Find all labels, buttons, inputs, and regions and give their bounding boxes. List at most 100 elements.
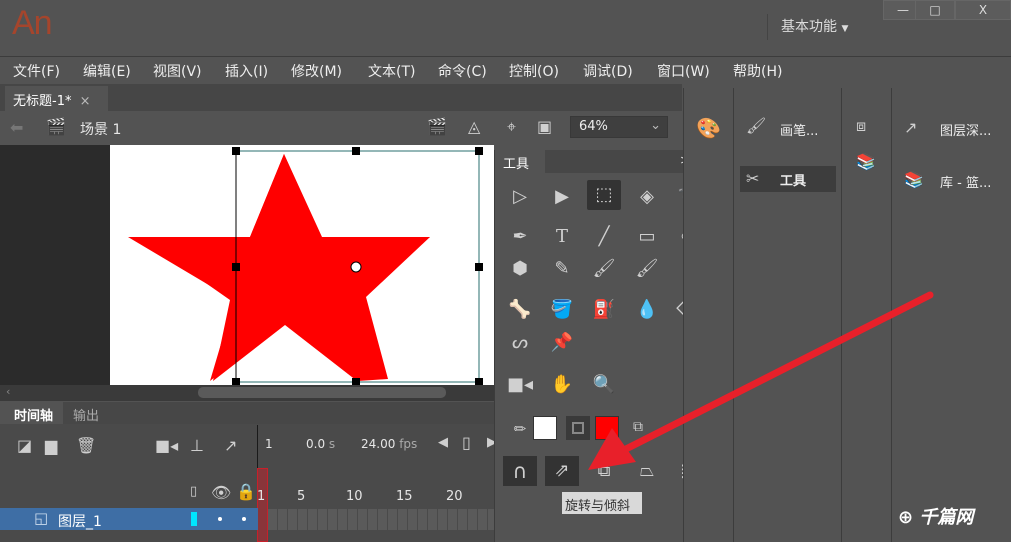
scale-button[interactable]: ⧉ bbox=[587, 456, 621, 486]
3d-rotation-tool[interactable]: ◈ bbox=[630, 182, 664, 212]
tooltip: 旋转与倾斜 bbox=[562, 492, 642, 514]
transform-point[interactable] bbox=[350, 261, 362, 273]
maximize-button[interactable]: □ bbox=[915, 0, 955, 20]
chevron-down-icon: ⌄ bbox=[650, 118, 661, 133]
fps-unit: fps bbox=[399, 437, 418, 451]
asset-warp-tool[interactable]: ᔕ bbox=[503, 328, 537, 358]
paint-bucket-tool[interactable]: 🪣 bbox=[545, 295, 579, 325]
edit-symbol-icon[interactable]: ◬ bbox=[468, 117, 480, 136]
layer-depth-icon[interactable]: ↗ bbox=[904, 118, 917, 137]
fps-value: 24.00 bbox=[361, 437, 396, 451]
pin-tool[interactable]: 📌 bbox=[545, 328, 579, 358]
center-stage-icon[interactable]: ⌖ bbox=[507, 117, 516, 137]
visibility-dot[interactable] bbox=[218, 517, 222, 521]
scroll-thumb[interactable] bbox=[198, 387, 446, 398]
camera-tool[interactable]: ■◂ bbox=[503, 370, 537, 400]
clip-content-icon[interactable]: ▣ bbox=[537, 117, 552, 136]
close-window-button[interactable]: X bbox=[955, 0, 1011, 20]
frame-track[interactable] bbox=[268, 509, 494, 530]
palette-icon[interactable]: 🎨 bbox=[696, 116, 721, 140]
new-folder-icon[interactable]: ▆ bbox=[45, 436, 57, 455]
playhead[interactable] bbox=[257, 468, 268, 542]
workspace-switcher[interactable]: 基本功能 ▼ bbox=[781, 16, 848, 36]
layer-depth-label[interactable]: 图层深... bbox=[940, 120, 991, 139]
menu-edit[interactable]: 编辑(E) bbox=[83, 61, 131, 81]
menu-file[interactable]: 文件(F) bbox=[13, 61, 60, 81]
zoom-tool[interactable]: 🔍 bbox=[587, 370, 621, 400]
prev-frame-icon[interactable]: ◀ bbox=[438, 435, 448, 450]
subselection-tool[interactable]: ▶ bbox=[545, 182, 579, 212]
stop-icon[interactable]: ▯ bbox=[462, 433, 471, 452]
parent-layer-icon[interactable]: ⊥ bbox=[190, 436, 204, 455]
library-icon[interactable]: 📚 bbox=[856, 152, 876, 171]
frame-rate[interactable]: 24.00 fps bbox=[361, 437, 417, 451]
swap-colors-icon[interactable]: ⧉ bbox=[621, 412, 655, 442]
menu-view[interactable]: 视图(V) bbox=[153, 61, 202, 81]
menu-debug[interactable]: 调试(D) bbox=[583, 61, 633, 81]
menu-window[interactable]: 窗口(W) bbox=[657, 61, 710, 81]
close-tab-icon[interactable]: × bbox=[80, 94, 91, 109]
workspace-label: 基本功能 bbox=[781, 19, 837, 35]
rectangle-tool[interactable]: ▭ bbox=[630, 222, 664, 252]
stroke-color-swatch[interactable] bbox=[533, 416, 557, 440]
bone-tool[interactable]: 🦴 bbox=[503, 295, 537, 325]
library-icon[interactable]: 📚 bbox=[904, 170, 924, 189]
fill-color-swatch[interactable] bbox=[595, 416, 619, 440]
snap-to-objects-button[interactable]: ∩ bbox=[503, 456, 537, 486]
camera-icon[interactable]: ■◂ bbox=[155, 436, 178, 455]
stage-content bbox=[128, 147, 483, 385]
line-tool[interactable]: ╱ bbox=[587, 222, 621, 252]
text-tool[interactable]: T bbox=[545, 222, 579, 252]
menu-help[interactable]: 帮助(H) bbox=[733, 61, 782, 81]
elapsed-time[interactable]: 0.0 s bbox=[306, 437, 335, 451]
layer-row[interactable]: ◱ 图层_1 bbox=[0, 508, 258, 530]
menu-control[interactable]: 控制(O) bbox=[509, 61, 559, 81]
pencil-tool[interactable]: ✎ bbox=[545, 254, 579, 284]
tab-timeline[interactable]: 时间轴 bbox=[4, 402, 64, 424]
tools-panel-tab[interactable]: ✂ 工具 bbox=[740, 166, 836, 192]
lock-dot[interactable] bbox=[242, 517, 246, 521]
ruler-20: 20 bbox=[446, 489, 463, 504]
library-label[interactable]: 库 - 篮... bbox=[940, 172, 991, 191]
current-frame[interactable]: 1 bbox=[265, 437, 273, 451]
menu-bar: 文件(F) 编辑(E) 视图(V) 插入(I) 修改(M) 文本(T) 命令(C… bbox=[0, 56, 1011, 82]
menu-commands[interactable]: 命令(C) bbox=[438, 61, 487, 81]
brush-tool[interactable]: 🖌 bbox=[630, 254, 664, 284]
horizontal-scrollbar[interactable]: ‹ bbox=[0, 385, 494, 401]
layer-name[interactable]: 图层_1 bbox=[58, 511, 102, 531]
edit-scene-icon[interactable]: 🎬 bbox=[427, 117, 447, 136]
paint-brush-tool[interactable]: 🖌 bbox=[587, 254, 621, 284]
brush-panel-column: 🖌 画笔... ✂ 工具 bbox=[733, 88, 841, 542]
clapper-icon: 🎬 bbox=[46, 117, 66, 136]
ink-bottle-tool[interactable]: ⛽ bbox=[587, 295, 621, 325]
hand-tool[interactable]: ✋ bbox=[545, 370, 579, 400]
delete-layer-icon[interactable]: 🗑 bbox=[76, 436, 96, 455]
components-icon[interactable]: ⧈ bbox=[856, 116, 866, 136]
pen-tool[interactable]: ✒ bbox=[503, 222, 537, 252]
brush-panel-label[interactable]: 画笔... bbox=[780, 120, 818, 139]
scroll-left-icon[interactable]: ‹ bbox=[6, 385, 10, 398]
menu-insert[interactable]: 插入(I) bbox=[225, 61, 268, 81]
zoom-select[interactable]: 64% ⌄ bbox=[570, 116, 668, 138]
brush-library-icon[interactable]: 🖌 bbox=[746, 116, 766, 135]
distort-button[interactable]: ⏢ bbox=[630, 456, 664, 486]
polystar-tool[interactable]: ⬢ bbox=[503, 254, 537, 284]
new-layer-icon[interactable]: ◪ bbox=[17, 436, 32, 455]
eyedropper-tool[interactable]: 💧 bbox=[630, 295, 664, 325]
layer-color-indicator[interactable] bbox=[191, 512, 197, 526]
back-arrow-icon[interactable]: ⬅ bbox=[10, 118, 23, 137]
watermark-logo-icon: ⊕ bbox=[898, 507, 914, 528]
free-transform-tool[interactable]: ⬚ bbox=[587, 180, 621, 210]
document-tab[interactable]: 无标题-1* × bbox=[5, 86, 108, 111]
menu-modify[interactable]: 修改(M) bbox=[291, 61, 342, 81]
lock-icon[interactable]: 🔒 bbox=[236, 482, 256, 501]
menu-text[interactable]: 文本(T) bbox=[368, 61, 415, 81]
app-logo: An bbox=[12, 4, 53, 42]
layer-depth-icon[interactable]: ↗ bbox=[224, 436, 237, 455]
tab-output[interactable]: 输出 bbox=[63, 402, 494, 424]
ruler-1: 1 bbox=[257, 489, 266, 504]
eye-icon[interactable]: 👁 bbox=[211, 483, 231, 502]
outline-icon[interactable]: ▯ bbox=[190, 484, 197, 499]
rotate-skew-button[interactable]: ⇗ bbox=[545, 456, 579, 486]
selection-tool[interactable]: ▷ bbox=[503, 182, 537, 212]
